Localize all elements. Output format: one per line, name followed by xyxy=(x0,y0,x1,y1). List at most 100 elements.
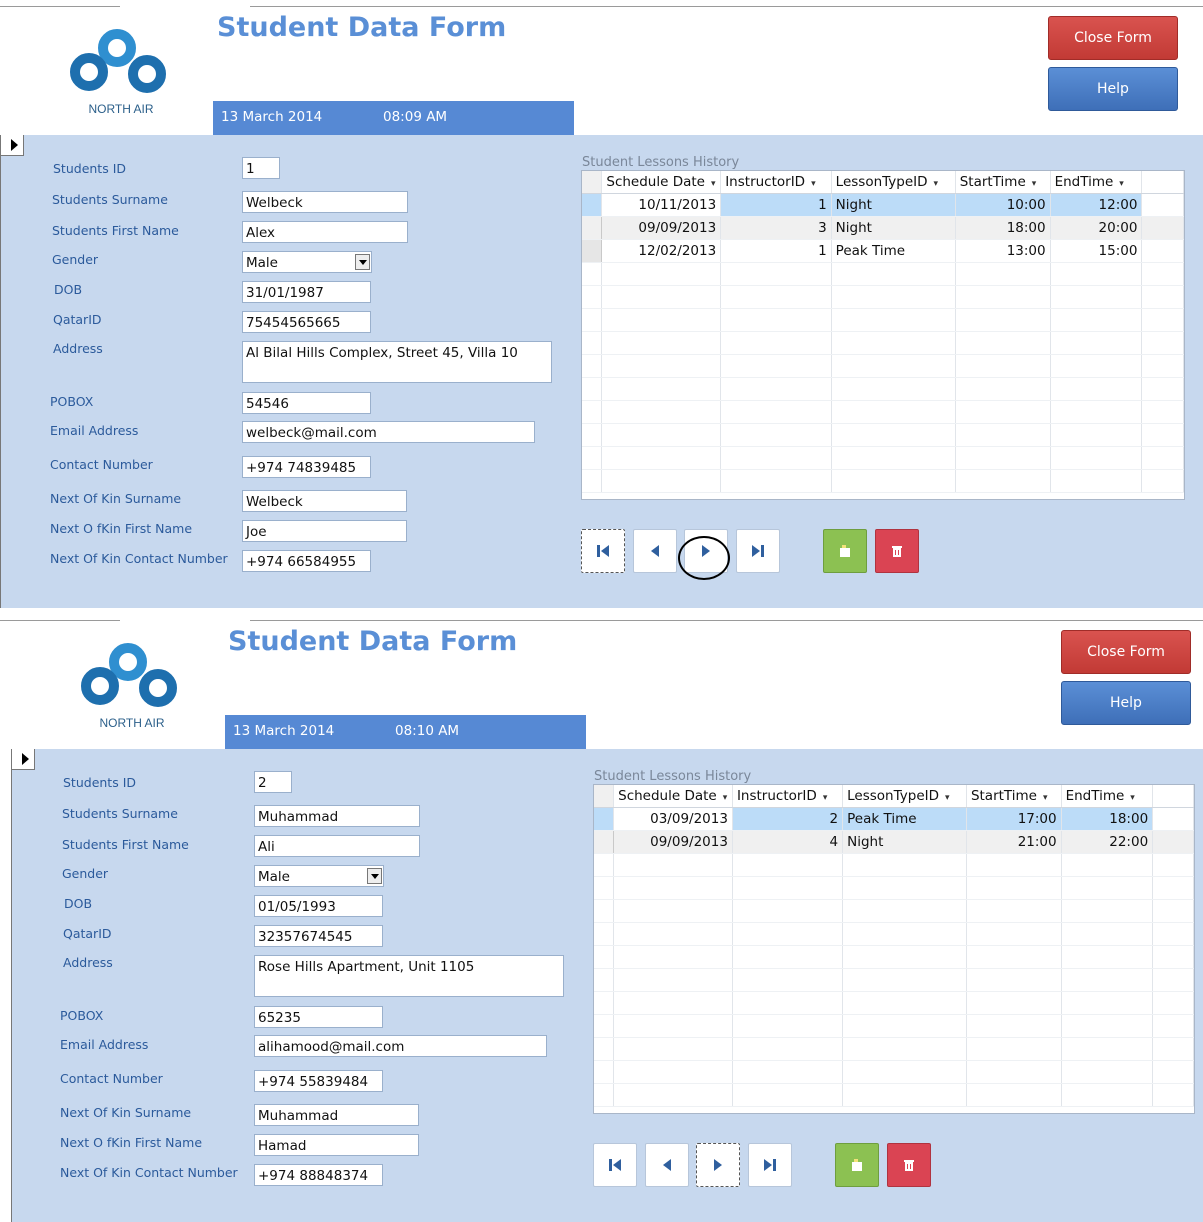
col-start-time[interactable]: StartTime ▾ xyxy=(966,785,1062,808)
new-record-button[interactable] xyxy=(835,1143,879,1187)
sort-arrow-icon[interactable]: ▾ xyxy=(711,179,716,189)
new-record-button[interactable] xyxy=(823,529,867,573)
kin-contact-field[interactable]: +974 66584955 xyxy=(242,550,371,572)
next-record-button[interactable] xyxy=(696,1143,740,1187)
previous-record-button[interactable] xyxy=(645,1143,689,1187)
record-selector[interactable] xyxy=(12,749,35,770)
chevron-down-icon[interactable] xyxy=(355,254,370,270)
table-row[interactable]: 03/09/2013 2 Peak Time 17:00 18:00 xyxy=(594,807,1194,831)
cell-start-time[interactable]: 17:00 xyxy=(966,807,1062,831)
cell-schedule-date[interactable]: 03/09/2013 xyxy=(613,807,733,831)
gender-select[interactable]: Male xyxy=(242,251,372,273)
row-selector[interactable] xyxy=(582,216,603,240)
kin-surname-field[interactable]: Welbeck xyxy=(242,490,407,512)
sort-arrow-icon[interactable]: ▾ xyxy=(723,793,728,803)
col-schedule-date[interactable]: Schedule Date ▾ xyxy=(601,171,722,194)
kin-first-field[interactable]: Hamad xyxy=(254,1134,419,1156)
email-field[interactable]: alihamood@mail.com xyxy=(254,1035,547,1057)
cell-end-time[interactable]: 20:00 xyxy=(1050,216,1143,240)
first-name-field[interactable]: Ali xyxy=(254,835,420,857)
select-all-corner[interactable] xyxy=(582,171,603,194)
previous-record-button[interactable] xyxy=(633,529,677,573)
table-row[interactable]: 12/02/2013 1 Peak Time 13:00 15:00 xyxy=(582,239,1184,263)
cell-end-time[interactable]: 18:00 xyxy=(1061,807,1154,831)
col-start-time[interactable]: StartTime ▾ xyxy=(955,171,1051,194)
table-row[interactable]: 09/09/2013 3 Night 18:00 20:00 xyxy=(582,216,1184,240)
pobox-field[interactable]: 65235 xyxy=(254,1006,383,1028)
cell-end-time[interactable]: 12:00 xyxy=(1050,193,1143,217)
last-record-button[interactable] xyxy=(736,529,780,573)
help-button[interactable]: Help xyxy=(1061,681,1191,725)
row-selector[interactable] xyxy=(582,239,603,263)
col-instructor-id[interactable]: InstructorID ▾ xyxy=(720,171,832,194)
col-lesson-type-id[interactable]: LessonTypeID ▾ xyxy=(831,171,956,194)
row-selector[interactable] xyxy=(582,193,603,217)
row-selector[interactable] xyxy=(594,830,615,854)
qatar-id-field[interactable]: 75454565665 xyxy=(242,311,371,333)
cell-start-time[interactable]: 13:00 xyxy=(955,239,1051,263)
cell-instructor-id[interactable]: 3 xyxy=(720,216,832,240)
cell-schedule-date[interactable]: 10/11/2013 xyxy=(601,193,722,217)
student-id-field[interactable]: 2 xyxy=(254,771,292,793)
dob-field[interactable]: 01/05/1993 xyxy=(254,895,383,917)
row-selector[interactable] xyxy=(594,807,615,831)
cell-start-time[interactable]: 10:00 xyxy=(955,193,1051,217)
delete-record-button[interactable] xyxy=(887,1143,931,1187)
kin-surname-field[interactable]: Muhammad xyxy=(254,1104,419,1126)
first-name-field[interactable]: Alex xyxy=(242,221,408,243)
sort-arrow-icon[interactable]: ▾ xyxy=(945,793,950,803)
contact-field[interactable]: +974 55839484 xyxy=(254,1070,383,1092)
col-end-time[interactable]: EndTime ▾ xyxy=(1061,785,1154,808)
cell-instructor-id[interactable]: 1 xyxy=(720,193,832,217)
cell-lesson-type[interactable]: Peak Time xyxy=(831,239,956,263)
help-button[interactable]: Help xyxy=(1048,67,1178,111)
cell-end-time[interactable]: 15:00 xyxy=(1050,239,1143,263)
close-form-button[interactable]: Close Form xyxy=(1061,630,1191,674)
cell-end-time[interactable]: 22:00 xyxy=(1061,830,1154,854)
sort-arrow-icon[interactable]: ▾ xyxy=(823,793,828,803)
record-selector[interactable] xyxy=(1,135,24,156)
last-record-button[interactable] xyxy=(748,1143,792,1187)
qatar-id-field[interactable]: 32357674545 xyxy=(254,925,383,947)
student-id-field[interactable]: 1 xyxy=(242,157,280,179)
sort-arrow-icon[interactable]: ▾ xyxy=(1130,793,1135,803)
table-row[interactable]: 10/11/2013 1 Night 10:00 12:00 xyxy=(582,193,1184,217)
cell-start-time[interactable]: 21:00 xyxy=(966,830,1062,854)
first-record-button[interactable] xyxy=(581,529,625,573)
sort-arrow-icon[interactable]: ▾ xyxy=(934,179,939,189)
email-field[interactable]: welbeck@mail.com xyxy=(242,421,535,443)
address-field[interactable]: Al Bilal Hills Complex, Street 45, Villa… xyxy=(242,341,552,383)
cell-lesson-type[interactable]: Night xyxy=(831,216,956,240)
close-form-button[interactable]: Close Form xyxy=(1048,16,1178,60)
cell-lesson-type[interactable]: Peak Time xyxy=(842,807,967,831)
address-field[interactable]: Rose Hills Apartment, Unit 1105 xyxy=(254,955,564,997)
cell-start-time[interactable]: 18:00 xyxy=(955,216,1051,240)
surname-field[interactable]: Muhammad xyxy=(254,805,420,827)
col-end-time[interactable]: EndTime ▾ xyxy=(1050,171,1143,194)
chevron-down-icon[interactable] xyxy=(367,868,382,884)
sort-arrow-icon[interactable]: ▾ xyxy=(1119,179,1124,189)
dob-field[interactable]: 31/01/1987 xyxy=(242,281,371,303)
sort-arrow-icon[interactable]: ▾ xyxy=(811,179,816,189)
surname-field[interactable]: Welbeck xyxy=(242,191,408,213)
first-record-button[interactable] xyxy=(593,1143,637,1187)
cell-lesson-type[interactable]: Night xyxy=(842,830,967,854)
cell-schedule-date[interactable]: 09/09/2013 xyxy=(613,830,733,854)
cell-schedule-date[interactable]: 09/09/2013 xyxy=(601,216,722,240)
cell-instructor-id[interactable]: 2 xyxy=(732,807,844,831)
col-lesson-type-id[interactable]: LessonTypeID ▾ xyxy=(842,785,967,808)
pobox-field[interactable]: 54546 xyxy=(242,392,371,414)
cell-schedule-date[interactable]: 12/02/2013 xyxy=(601,239,722,263)
contact-field[interactable]: +974 74839485 xyxy=(242,456,371,478)
sort-arrow-icon[interactable]: ▾ xyxy=(1043,793,1048,803)
cell-instructor-id[interactable]: 4 xyxy=(732,830,844,854)
gender-select[interactable]: Male xyxy=(254,865,384,887)
cell-instructor-id[interactable]: 1 xyxy=(720,239,832,263)
kin-first-field[interactable]: Joe xyxy=(242,520,407,542)
cell-lesson-type[interactable]: Night xyxy=(831,193,956,217)
table-row[interactable]: 09/09/2013 4 Night 21:00 22:00 xyxy=(594,830,1194,854)
select-all-corner[interactable] xyxy=(594,785,615,808)
kin-contact-field[interactable]: +974 88848374 xyxy=(254,1164,383,1186)
sort-arrow-icon[interactable]: ▾ xyxy=(1032,179,1037,189)
delete-record-button[interactable] xyxy=(875,529,919,573)
